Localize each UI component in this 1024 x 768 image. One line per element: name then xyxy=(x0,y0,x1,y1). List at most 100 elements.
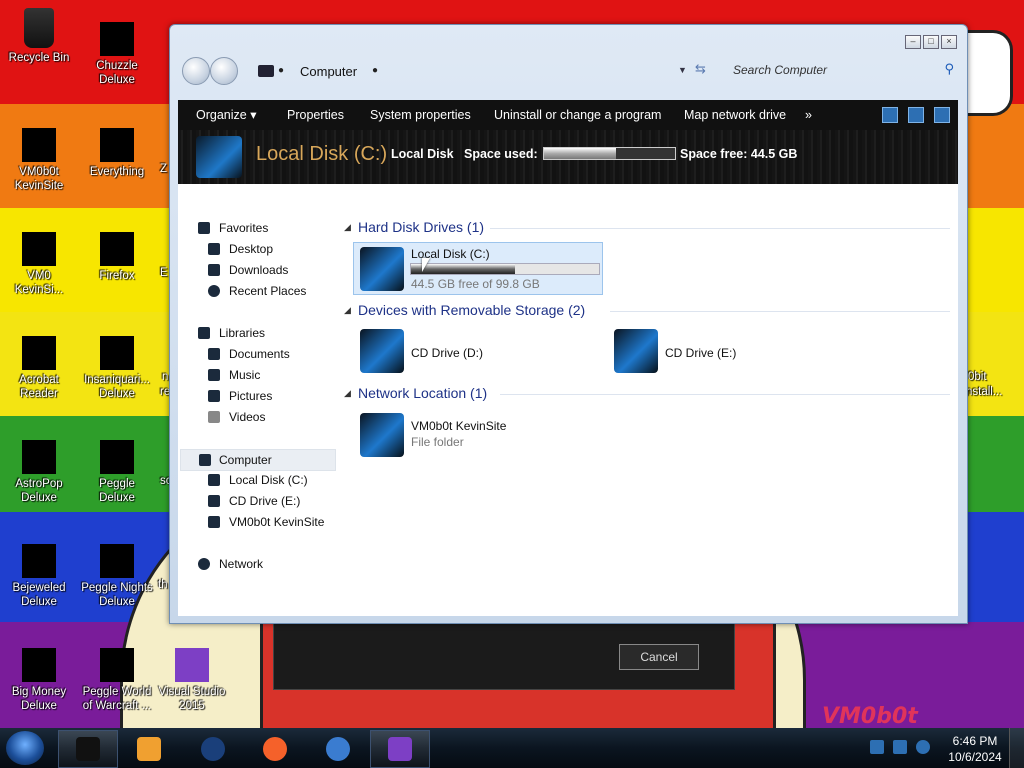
search-icon[interactable]: ⚲ xyxy=(944,61,954,77)
address-location[interactable]: Computer xyxy=(300,64,357,79)
refresh-icon[interactable]: ⇆ xyxy=(695,61,706,77)
desktop-icon-firefox[interactable]: Firefox xyxy=(80,232,154,283)
big-money-icon xyxy=(22,648,56,682)
pictures-icon xyxy=(208,390,220,402)
partial-label: n xyxy=(162,371,169,383)
details-header: Local Disk (C:) Local Disk Space used: S… xyxy=(178,130,958,184)
header-subtitle: Local Disk xyxy=(391,147,454,161)
space-free-label: Space free: 44.5 GB xyxy=(680,147,798,161)
collapse-icon[interactable]: ◢ xyxy=(344,305,351,316)
astropop-icon xyxy=(22,440,56,474)
partial-label: E xyxy=(160,267,168,279)
minimize-button[interactable]: – xyxy=(905,35,921,49)
more-commands-button[interactable]: » xyxy=(805,100,812,130)
search-placeholder[interactable]: Search Computer xyxy=(733,63,827,77)
network-icon xyxy=(198,558,210,570)
background-dialog: Cancel xyxy=(273,622,735,690)
desktop-icon-peggle[interactable]: Peggle Deluxe xyxy=(80,440,154,505)
taskbar-media-player[interactable] xyxy=(119,730,179,768)
network-folder-icon xyxy=(208,516,220,528)
item-cd-drive-e[interactable]: CD Drive (E:) xyxy=(608,325,848,377)
breadcrumb-separator-icon: ● xyxy=(278,65,285,76)
peggle-wow-icon xyxy=(100,648,134,682)
help-icon[interactable] xyxy=(934,107,950,123)
group-divider xyxy=(490,228,950,229)
maximize-button[interactable]: □ xyxy=(923,35,939,49)
header-title: Local Disk (C:) xyxy=(256,143,388,165)
taskbar-explorer[interactable] xyxy=(58,730,118,768)
desktop-icon-astropop[interactable]: AstroPop Deluxe xyxy=(2,440,76,505)
address-bar[interactable]: ● Computer ● xyxy=(250,58,715,84)
desktop-icon-chuzzle[interactable]: Chuzzle Deluxe xyxy=(80,22,154,87)
back-button[interactable] xyxy=(182,57,210,85)
vm0b0t-icon xyxy=(22,128,56,162)
map-network-drive-button[interactable]: Map network drive xyxy=(684,100,786,130)
group-divider xyxy=(500,394,950,395)
desktop-icon-insaniquarium[interactable]: Insaniquari... Deluxe xyxy=(80,336,154,401)
clock[interactable]: 6:46 PM 10/6/2024 xyxy=(945,733,1005,765)
file-list: ◢ Hard Disk Drives (1) Local Disk (C:) 4… xyxy=(340,184,958,616)
preview-pane-icon[interactable] xyxy=(908,107,924,123)
firefox-icon xyxy=(100,232,134,266)
tray-network-icon[interactable] xyxy=(893,740,907,754)
hard-drive-icon xyxy=(360,247,404,291)
cancel-button[interactable]: Cancel xyxy=(619,644,699,670)
documents-icon xyxy=(208,348,220,360)
partial-label: Z xyxy=(160,163,168,175)
visual-studio-icon xyxy=(175,648,209,682)
taskbar: 6:46 PM 10/6/2024 xyxy=(0,728,1024,768)
recycle-bin-icon xyxy=(24,8,54,48)
desktop-icon-acrobat[interactable]: Acrobat Reader xyxy=(2,336,76,401)
recent-places-icon xyxy=(208,285,220,297)
desktop-icon-everything[interactable]: Everything xyxy=(80,128,154,179)
desktop-icon xyxy=(208,243,220,255)
taskbar-qbittorrent[interactable] xyxy=(308,730,368,768)
desktop-icon-peggle-wow[interactable]: Peggle World of Warcraft ... xyxy=(80,648,154,713)
item-vm0b0t-kevinsite[interactable]: VM0b0t KevinSite File folder xyxy=(354,409,594,461)
network-icon xyxy=(201,737,225,761)
address-dropdown-icon[interactable]: ▼ xyxy=(678,65,687,75)
collapse-icon[interactable]: ◢ xyxy=(344,222,351,233)
group-network-location[interactable]: ◢ Network Location (1) xyxy=(344,385,487,401)
organize-button[interactable]: Organize ▾ xyxy=(196,100,256,130)
item-local-disk[interactable]: Local Disk (C:) 44.5 GB free of 99.8 GB xyxy=(353,242,603,295)
computer-icon xyxy=(258,65,274,77)
collapse-icon[interactable]: ◢ xyxy=(344,388,351,399)
chuzzle-icon xyxy=(100,22,134,56)
taskbar-firefox[interactable] xyxy=(245,730,305,768)
change-view-icon[interactable] xyxy=(882,107,898,123)
acrobat-reader-icon xyxy=(22,336,56,370)
desktop-icon-big-money[interactable]: Big Money Deluxe xyxy=(2,648,76,713)
desktop-icon-vm0-kevinsite[interactable]: VM0 KevinSi... xyxy=(2,232,76,297)
desktop-icon-vm0b0t[interactable]: VM0b0t KevinSite xyxy=(2,128,76,193)
bejeweled-icon xyxy=(22,544,56,578)
space-used-bar xyxy=(543,147,676,160)
group-hard-disk-drives[interactable]: ◢ Hard Disk Drives (1) xyxy=(344,219,484,235)
properties-button[interactable]: Properties xyxy=(287,100,344,130)
wallpaper-watermark: VM0b0t xyxy=(822,704,918,729)
system-properties-button[interactable]: System properties xyxy=(370,100,471,130)
desktop-icon-visual-studio[interactable]: Visual Studio 2015 xyxy=(155,648,229,713)
media-player-icon xyxy=(137,737,161,761)
nav-computer[interactable]: Computer xyxy=(180,449,336,471)
taskbar-network[interactable] xyxy=(183,730,243,768)
tray-volume-icon[interactable] xyxy=(916,740,930,754)
start-button[interactable] xyxy=(6,731,44,765)
item-cd-drive-d[interactable]: CD Drive (D:) xyxy=(354,325,594,377)
desktop-icon-recycle-bin[interactable]: Recycle Bin xyxy=(2,8,76,65)
system-tray: 6:46 PM 10/6/2024 xyxy=(845,728,1024,768)
uninstall-program-button[interactable]: Uninstall or change a program xyxy=(494,100,661,130)
desktop-icon-bejeweled[interactable]: Bejeweled Deluxe xyxy=(2,544,76,609)
navigation-pane: Favorites Desktop Downloads Recent Place… xyxy=(178,184,336,616)
close-button[interactable]: × xyxy=(941,35,957,49)
group-removable-storage[interactable]: ◢ Devices with Removable Storage (2) xyxy=(344,302,585,318)
show-desktop-button[interactable] xyxy=(1009,728,1024,768)
window-controls: – □ × xyxy=(905,35,957,49)
tray-app-icon[interactable] xyxy=(870,740,884,754)
qbittorrent-icon xyxy=(326,737,350,761)
taskbar-visual-studio[interactable] xyxy=(370,730,430,768)
cd-drive-icon xyxy=(360,329,404,373)
forward-button[interactable] xyxy=(210,57,238,85)
search-box[interactable]: Search Computer ⚲ xyxy=(715,57,958,83)
desktop-icon-peggle-nights[interactable]: Peggle Nights Deluxe xyxy=(80,544,154,609)
